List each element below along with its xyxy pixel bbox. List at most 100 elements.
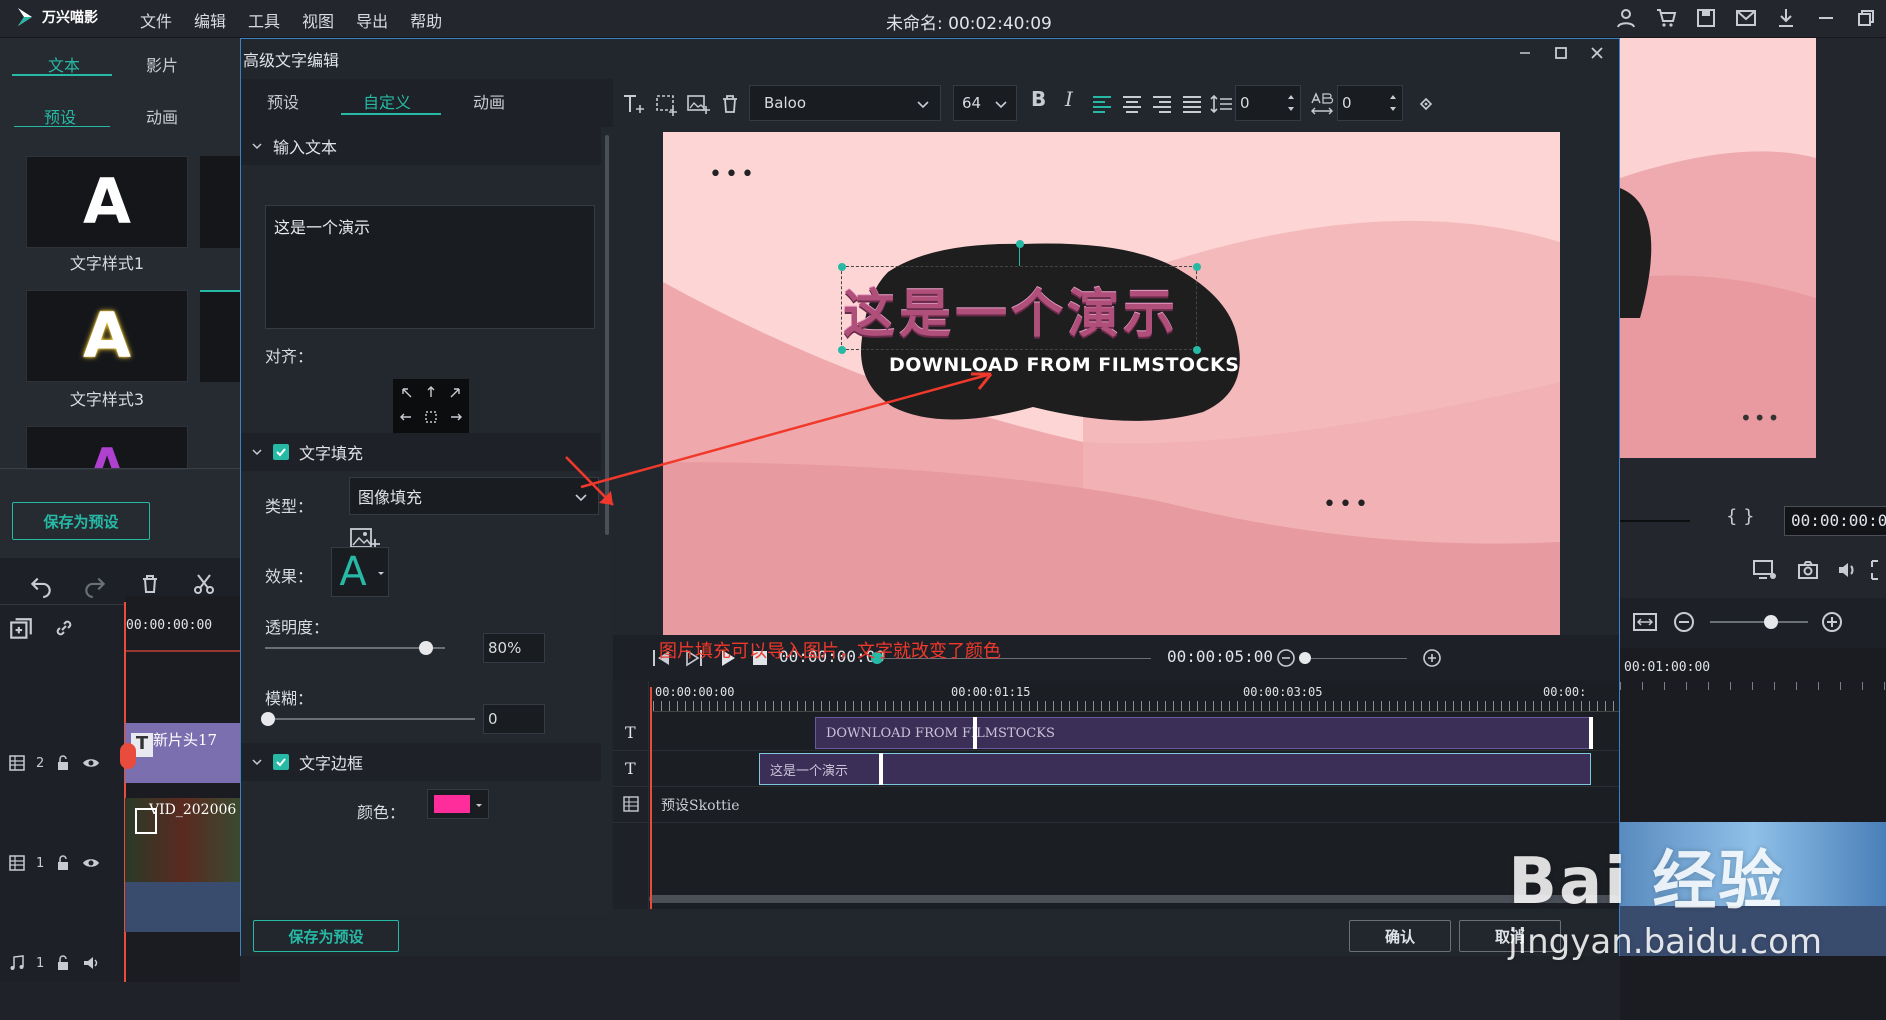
add-shape-icon[interactable] xyxy=(653,91,679,117)
zoom-out-icon[interactable] xyxy=(1275,647,1297,669)
zoom-out-icon[interactable] xyxy=(1672,610,1696,634)
minimize-icon[interactable] xyxy=(1814,6,1838,30)
download-icon[interactable] xyxy=(1774,6,1798,30)
resize-handle[interactable] xyxy=(1193,346,1201,354)
add-track-icon[interactable] xyxy=(8,616,34,642)
style-card-partial[interactable]: A xyxy=(26,426,188,470)
menu-tools[interactable]: 工具 xyxy=(248,8,280,32)
eye-icon[interactable] xyxy=(82,754,100,772)
subtab-preset[interactable]: 预设 xyxy=(44,104,76,128)
timeline-clip-title[interactable]: 新片头17 T xyxy=(125,723,240,783)
stepper-icon[interactable] xyxy=(1388,90,1398,116)
clip-trim-handle[interactable] xyxy=(973,717,977,749)
resize-handle[interactable] xyxy=(838,346,846,354)
align-justify-icon[interactable] xyxy=(1179,91,1205,117)
tab-movie[interactable]: 影片 xyxy=(146,52,178,76)
volume-icon[interactable] xyxy=(1836,558,1860,582)
tab-text[interactable]: 文本 xyxy=(48,52,80,76)
main-text[interactable]: 这是一个演示 xyxy=(843,272,1179,347)
eye-icon[interactable] xyxy=(82,854,100,872)
subtab-animation[interactable]: 动画 xyxy=(146,104,178,128)
effect-preview[interactable]: A xyxy=(331,547,389,597)
save-preset-button[interactable]: 保存为预设 xyxy=(12,502,150,540)
align-left-icon[interactable] xyxy=(1089,91,1115,117)
lock-icon[interactable] xyxy=(54,754,72,772)
line-spacing-icon[interactable] xyxy=(1209,91,1235,117)
timeline-scrollbar[interactable] xyxy=(649,895,1619,903)
tab-preset[interactable]: 预设 xyxy=(267,89,299,113)
save-preset-button[interactable]: 保存为预设 xyxy=(253,920,399,952)
resize-handle[interactable] xyxy=(838,263,846,271)
clip-trim-handle[interactable] xyxy=(879,753,883,785)
lock-icon[interactable] xyxy=(54,854,72,872)
border-color-picker[interactable] xyxy=(427,789,489,819)
zoom-in-icon[interactable] xyxy=(1820,610,1844,634)
resize-handle[interactable] xyxy=(1193,263,1201,271)
brace-markers[interactable]: { } xyxy=(1726,506,1755,527)
speaker-icon[interactable] xyxy=(82,954,100,972)
style-card-3[interactable]: A xyxy=(26,290,188,382)
maximize-icon[interactable] xyxy=(1553,45,1569,61)
add-text-icon[interactable] xyxy=(621,91,647,117)
timeline-clip-video[interactable]: VID_202006 xyxy=(125,798,240,882)
save-icon[interactable] xyxy=(1694,6,1718,30)
fullscreen-icon[interactable] xyxy=(1870,558,1886,582)
clip-demo-text[interactable]: 这是一个演示 xyxy=(759,753,1591,785)
opacity-input[interactable]: 80% xyxy=(483,633,545,663)
account-icon[interactable] xyxy=(1614,6,1638,30)
opacity-slider-track[interactable] xyxy=(265,647,445,649)
progress-bar[interactable] xyxy=(1620,520,1690,522)
minimize-icon[interactable] xyxy=(1517,45,1533,61)
keyframe-icon[interactable] xyxy=(1413,91,1439,117)
mail-icon[interactable] xyxy=(1734,6,1758,30)
border-checkbox[interactable] xyxy=(273,754,289,770)
monitor-settings-icon[interactable] xyxy=(1752,558,1778,582)
stepper-icon[interactable] xyxy=(1286,90,1296,116)
text-input[interactable]: 这是一个演示 xyxy=(265,205,595,329)
redo-icon[interactable] xyxy=(82,572,108,598)
tab-custom[interactable]: 自定义 xyxy=(363,89,411,113)
align-center-icon[interactable] xyxy=(1119,91,1145,117)
fill-checkbox[interactable] xyxy=(273,444,289,460)
menu-file[interactable]: 文件 xyxy=(140,8,172,32)
undo-icon[interactable] xyxy=(28,572,54,598)
opacity-slider-knob[interactable] xyxy=(419,641,433,655)
playhead[interactable] xyxy=(650,687,652,909)
fit-icon[interactable] xyxy=(1632,610,1658,634)
blur-input[interactable]: 0 xyxy=(483,704,545,734)
zoom-slider-knob[interactable] xyxy=(1764,615,1778,629)
restore-icon[interactable] xyxy=(1854,6,1878,30)
clip-trim-handle[interactable] xyxy=(1589,717,1593,749)
blur-slider-track[interactable] xyxy=(265,718,475,720)
blur-slider-knob[interactable] xyxy=(261,712,275,726)
font-select[interactable]: Baloo xyxy=(749,85,941,121)
confirm-button[interactable]: 确认 xyxy=(1349,920,1451,952)
delete-icon[interactable] xyxy=(717,91,743,117)
menu-help[interactable]: 帮助 xyxy=(410,8,442,32)
line-spacing-input[interactable]: 0 xyxy=(1235,85,1301,121)
scissors-icon[interactable] xyxy=(192,572,216,596)
menu-edit[interactable]: 编辑 xyxy=(194,8,226,32)
close-icon[interactable] xyxy=(1589,45,1605,61)
lock-icon[interactable] xyxy=(54,954,72,972)
zoom-slider-track[interactable] xyxy=(1710,621,1808,623)
section-text-border[interactable]: 文字边框 xyxy=(241,743,601,781)
letter-spacing-icon[interactable] xyxy=(1309,91,1335,117)
style-card-1[interactable]: A xyxy=(26,156,188,248)
zoom-knob[interactable] xyxy=(1299,652,1311,664)
rotate-handle[interactable] xyxy=(1016,240,1024,248)
font-size-select[interactable]: 64 xyxy=(953,85,1017,121)
menu-export[interactable]: 导出 xyxy=(356,8,388,32)
cart-icon[interactable] xyxy=(1654,6,1678,30)
section-input-text[interactable]: 输入文本 xyxy=(241,127,601,165)
clip-download-text[interactable]: DOWNLOAD FROM FILMSTOCKS xyxy=(815,717,1591,749)
align-right-icon[interactable] xyxy=(1149,91,1175,117)
tab-animation[interactable]: 动画 xyxy=(473,89,505,113)
zoom-in-icon[interactable] xyxy=(1421,647,1443,669)
italic-button[interactable]: I xyxy=(1065,87,1073,111)
menu-view[interactable]: 视图 xyxy=(302,8,334,32)
playhead-handle[interactable] xyxy=(120,743,136,769)
bold-button[interactable]: B xyxy=(1031,87,1046,111)
link-icon[interactable] xyxy=(52,616,76,640)
camera-icon[interactable] xyxy=(1796,558,1820,582)
